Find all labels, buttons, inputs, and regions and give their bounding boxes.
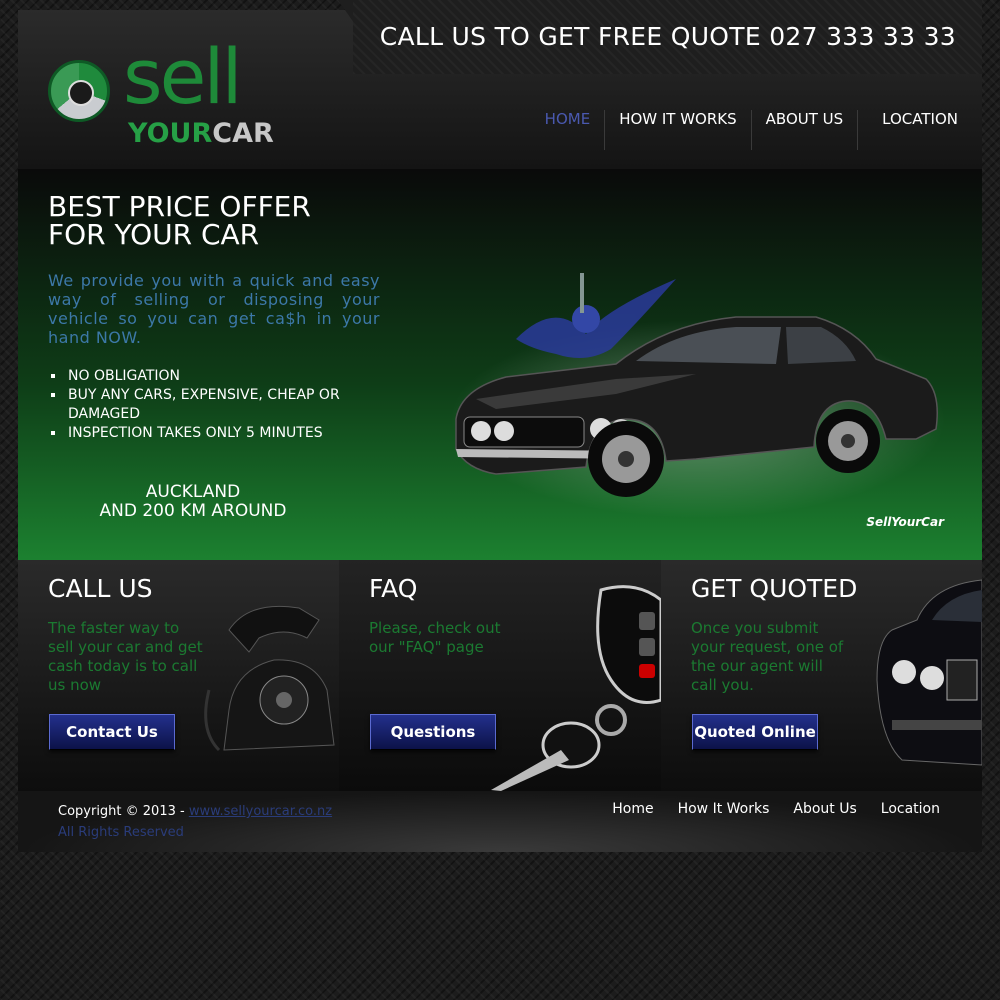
footer-link-home[interactable]: Home (612, 801, 653, 817)
logo-word-your: YOUR (128, 118, 213, 149)
contact-us-button[interactable]: Contact Us (49, 714, 175, 750)
telephone-icon (204, 605, 335, 752)
hero-title-line1: BEST PRICE OFFER (48, 190, 311, 223)
footer-link-location[interactable]: Location (881, 801, 940, 817)
feature-call-us: CALL US The faster way to sell your car … (18, 560, 339, 791)
feature-title: CALL US (48, 574, 153, 603)
nav-location[interactable]: LOCATION (857, 110, 972, 150)
service-area: AUCKLAND AND 200 KM AROUND (48, 483, 338, 521)
page: CALL US TO GET FREE QUOTE 027 333 33 33 … (18, 0, 982, 852)
feature-title: FAQ (369, 574, 418, 603)
copyright: Copyright © 2013 - www.sellyourcar.co.nz… (58, 801, 332, 843)
nav-how-it-works[interactable]: HOW IT WORKS (604, 110, 750, 150)
service-area-line2: AND 200 KM AROUND (99, 501, 287, 521)
copyright-text: Copyright © 2013 - (58, 804, 189, 819)
logo-word-yourcar: YOURCAR (128, 118, 274, 149)
car-key-icon (491, 585, 661, 791)
call-us-quote-line: CALL US TO GET FREE QUOTE 027 333 33 33 (379, 22, 956, 51)
list-item: BUY ANY CARS, EXPENSIVE, CHEAP OR DAMAGE… (48, 386, 368, 424)
rights-text: All Rights Reserved (58, 825, 184, 840)
footer-link-how-it-works[interactable]: How It Works (678, 801, 770, 817)
site-logo[interactable]: sell YOURCAR (48, 32, 318, 158)
footer-link-about-us[interactable]: About Us (793, 801, 856, 817)
feature-get-quoted: GET QUOTED Once you submit your request,… (661, 560, 982, 791)
hero-benefits-list: NO OBLIGATION BUY ANY CARS, EXPENSIVE, C… (48, 367, 368, 443)
hero-banner: BEST PRICE OFFER FOR YOUR CAR We provide… (18, 169, 982, 560)
site-header: CALL US TO GET FREE QUOTE 027 333 33 33 … (18, 0, 982, 169)
main-nav: HOME HOW IT WORKS ABOUT US LOCATION (531, 110, 972, 150)
feature-faq: FAQ Please, check out our "FAQ" page Que… (339, 560, 661, 791)
quoted-online-button[interactable]: Quoted Online (692, 714, 818, 750)
feature-boxes: CALL US The faster way to sell your car … (18, 560, 982, 791)
nav-about-us[interactable]: ABOUT US (750, 110, 858, 150)
logo-word-sell: sell (123, 32, 243, 121)
hero-title-line2: FOR YOUR CAR (48, 218, 260, 251)
list-item: INSPECTION TAKES ONLY 5 MINUTES (48, 424, 368, 443)
logo-wheel-icon (48, 60, 110, 122)
feature-text: Once you submit your request, one of the… (691, 619, 844, 694)
logo-word-car: CAR (212, 118, 274, 149)
luxury-car-icon (876, 579, 982, 766)
nav-home[interactable]: HOME (531, 110, 605, 150)
site-link[interactable]: www.sellyourcar.co.nz (189, 804, 332, 819)
hero-brand-tag: SellYourCar (866, 515, 944, 529)
questions-button[interactable]: Questions (370, 714, 496, 750)
hero-description: We provide you with a quick and easy way… (48, 271, 380, 347)
feature-text: Please, check out our "FAQ" page (369, 619, 501, 656)
hero-title: BEST PRICE OFFER FOR YOUR CAR (48, 193, 378, 249)
feature-text: The faster way to sell your car and get … (48, 619, 203, 694)
muscle-car-image (436, 269, 946, 499)
footer-nav: Home How It Works About Us Location (612, 801, 940, 817)
site-footer: Copyright © 2013 - www.sellyourcar.co.nz… (18, 791, 982, 852)
muscle-car-icon (455, 273, 938, 497)
list-item: NO OBLIGATION (48, 367, 368, 386)
feature-title: GET QUOTED (691, 574, 858, 603)
service-area-line1: AUCKLAND (145, 482, 241, 502)
